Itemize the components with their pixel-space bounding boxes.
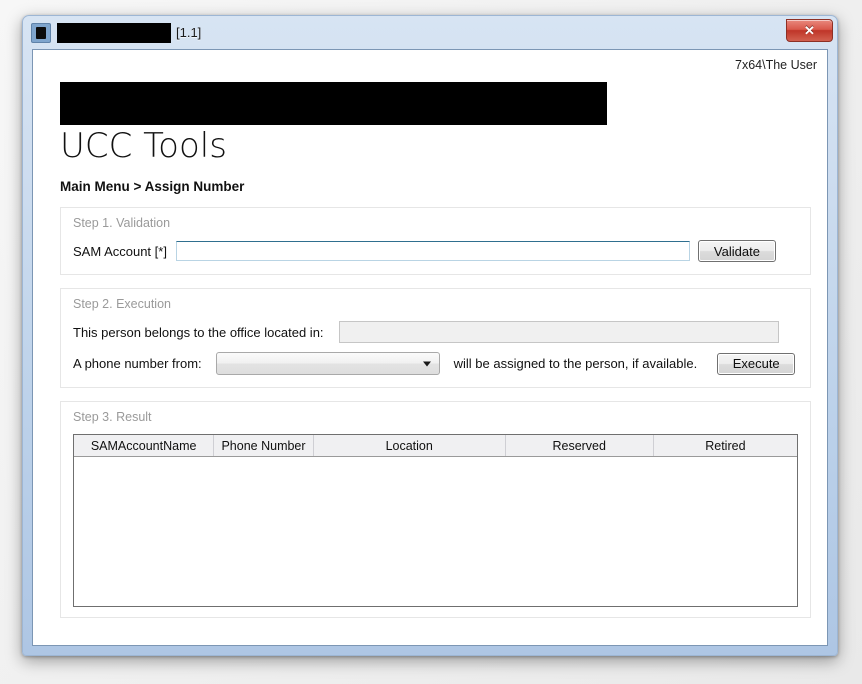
page-title: UCC Tools	[60, 126, 227, 166]
execute-button[interactable]: Execute	[717, 352, 796, 375]
step1-panel: Step 1. Validation SAM Account [*] Valid…	[60, 207, 811, 276]
chevron-down-icon	[422, 361, 431, 367]
step2-office-row: This person belongs to the office locate…	[73, 321, 798, 344]
step2-title: Step 2. Execution	[73, 297, 171, 312]
phone-source-label: A phone number from:	[73, 356, 202, 372]
close-button[interactable]: ✕	[786, 19, 833, 42]
sam-account-label: SAM Account [*]	[73, 243, 167, 259]
table-header-row: SAMAccountName Phone Number Location Reserv…	[74, 435, 797, 458]
app-icon	[31, 22, 51, 43]
window-title-redacted	[57, 22, 171, 43]
validate-button[interactable]: Validate	[697, 240, 776, 263]
office-location-input	[338, 321, 779, 344]
page-content: UCC Tools Main Menu > Assign Number Step…	[60, 82, 811, 619]
application-window: [1.1] ✕ 7x64\The User UCC Tools Main Men…	[22, 15, 838, 656]
result-table[interactable]: SAMAccountName Phone Number Location Reserv…	[73, 434, 798, 608]
client-area: 7x64\The User UCC Tools Main Menu > Assi…	[32, 49, 828, 646]
table-header-cell[interactable]: SAMAccountName	[74, 435, 215, 457]
table-header-cell[interactable]: Retired	[654, 435, 797, 456]
phone-source-dropdown[interactable]	[215, 352, 440, 376]
header-banner-redacted	[60, 82, 607, 125]
table-header-cell[interactable]: Location	[314, 435, 506, 457]
office-location-label: This person belongs to the office locate…	[73, 324, 324, 340]
window-titlebar[interactable]: [1.1] ✕	[23, 16, 837, 49]
assign-description-text: will be assigned to the person, if avail…	[453, 356, 698, 372]
current-user-label: 7x64\The User	[735, 58, 817, 72]
table-body	[74, 457, 797, 607]
step2-phone-row: A phone number from: will be assigned to…	[73, 352, 798, 376]
table-header-cell[interactable]: Reserved	[506, 435, 654, 457]
step3-panel: Step 3. Result SAMAccountName Phone Numbe…	[60, 401, 811, 619]
step3-title: Step 3. Result	[73, 410, 152, 425]
desktop-background: [1.1] ✕ 7x64\The User UCC Tools Main Men…	[0, 0, 862, 684]
table-header-cell[interactable]: Phone Number	[214, 435, 314, 457]
step1-title: Step 1. Validation	[73, 216, 171, 231]
window-title-version: [1.1]	[176, 25, 202, 40]
breadcrumb: Main Menu > Assign Number	[60, 179, 245, 195]
sam-account-input[interactable]	[175, 241, 690, 262]
step1-row: SAM Account [*] Validate	[73, 240, 798, 263]
step2-panel: Step 2. Execution This person belongs to…	[60, 288, 811, 389]
